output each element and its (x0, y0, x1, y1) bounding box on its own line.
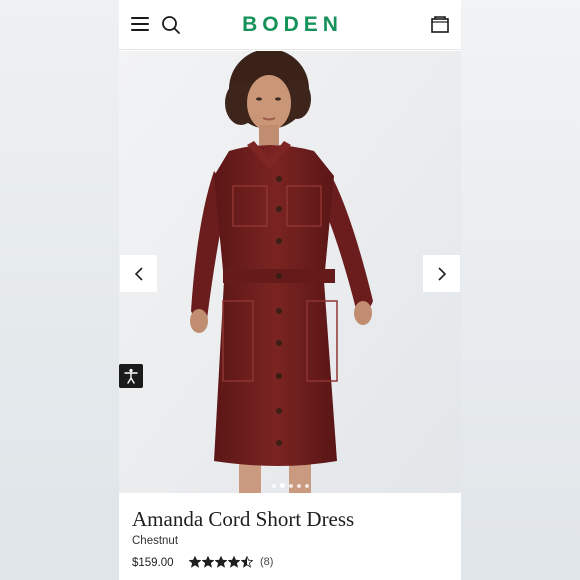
carousel-dots (119, 483, 461, 488)
product-photo (119, 51, 461, 493)
carousel-dot[interactable] (296, 484, 301, 488)
site-header: BODEN (119, 0, 461, 50)
chevron-left-icon (134, 266, 143, 281)
brand-logo[interactable]: BODEN (119, 13, 461, 37)
rating-stars (189, 556, 254, 568)
accessibility-button[interactable] (119, 364, 143, 388)
star-icon (202, 556, 214, 568)
shopping-bag-icon[interactable] (430, 14, 450, 34)
page-backdrop-right (461, 0, 580, 580)
star-icon (189, 556, 201, 568)
previous-image-button[interactable] (120, 255, 157, 292)
product-info: Amanda Cord Short Dress Chestnut $159.00… (119, 493, 461, 580)
chevron-right-icon (437, 266, 446, 281)
star-icon (241, 556, 253, 568)
product-page: BODEN Amanda Cord Short Dress Chestnut $… (119, 0, 461, 580)
product-title: Amanda Cord Short Dress (132, 507, 355, 531)
product-rating[interactable]: (8) (189, 556, 273, 568)
star-icon (215, 556, 227, 568)
carousel-dot[interactable] (288, 484, 293, 488)
next-image-button[interactable] (423, 255, 460, 292)
product-image-carousel[interactable] (119, 51, 461, 493)
product-color: Chestnut (132, 535, 179, 547)
review-count[interactable]: (8) (260, 556, 273, 568)
star-icon (228, 556, 240, 568)
accessibility-icon (124, 368, 138, 384)
carousel-dot[interactable] (304, 484, 309, 488)
carousel-dot[interactable] (279, 483, 285, 488)
product-price: $159.00 (132, 557, 174, 569)
page-backdrop-left (0, 0, 119, 580)
carousel-dot[interactable] (271, 484, 276, 488)
